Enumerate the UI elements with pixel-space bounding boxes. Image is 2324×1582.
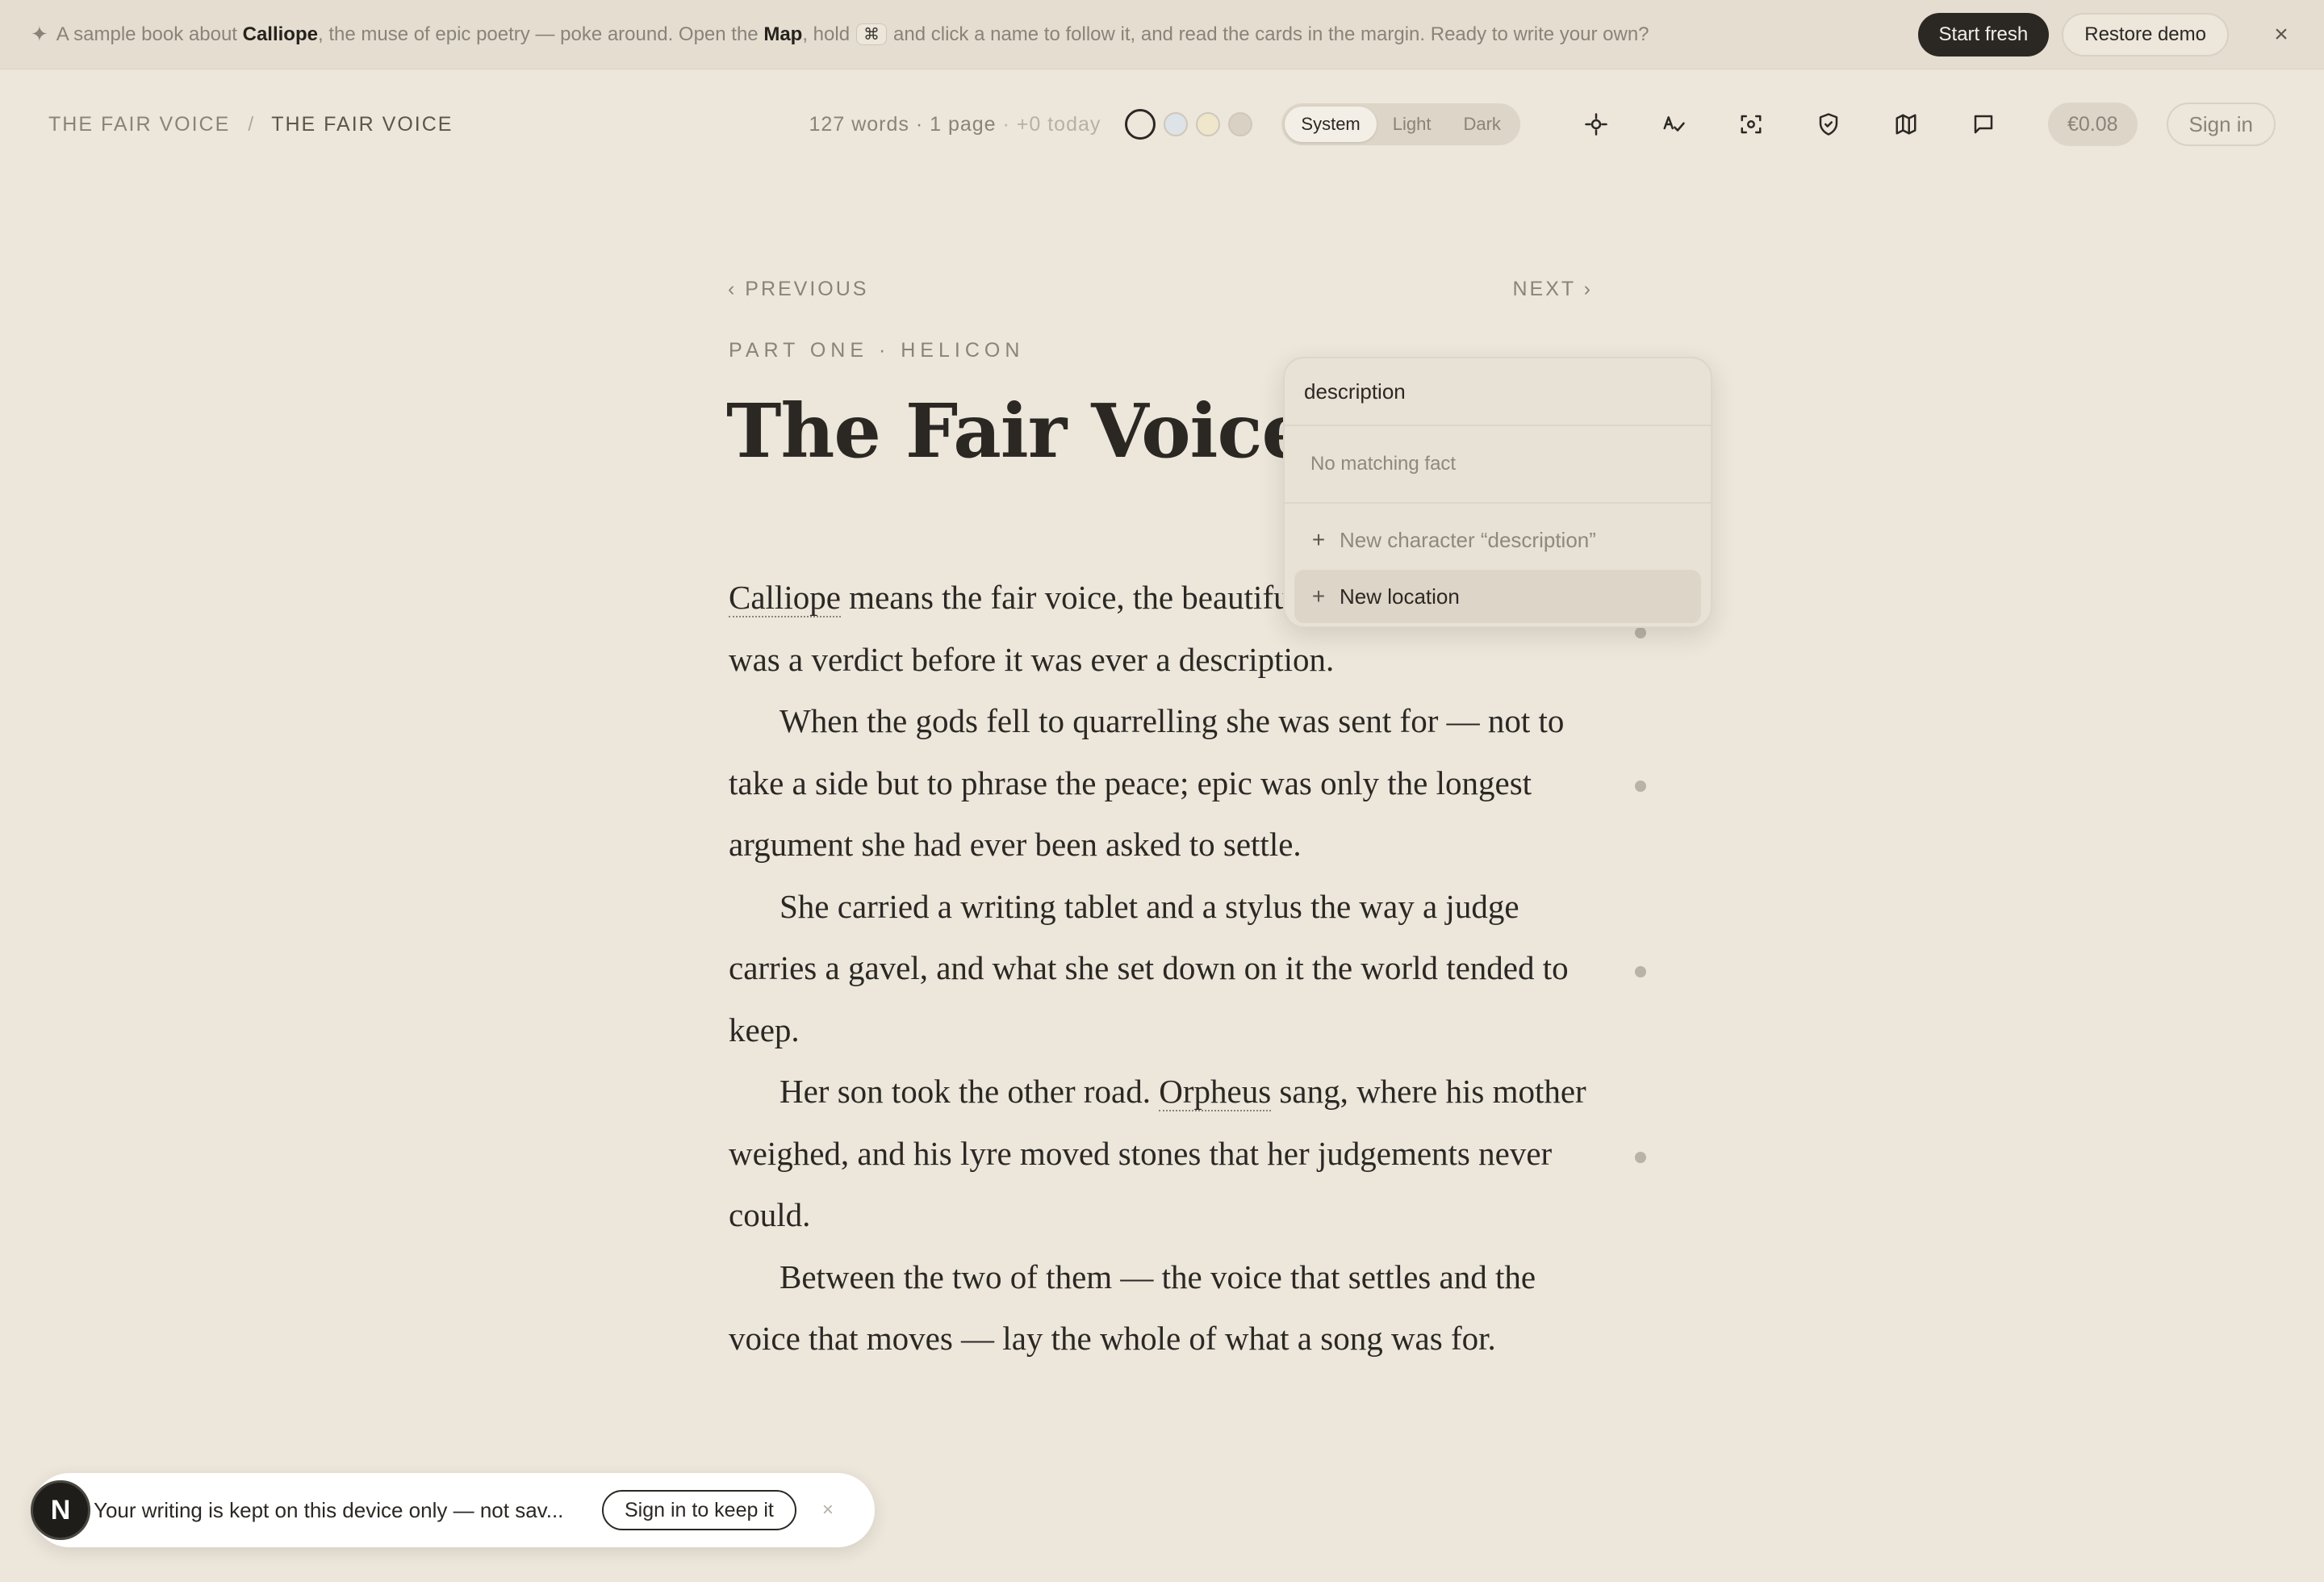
editor-header: THE FAIR VOICE / THE FAIR VOICE 127 word… xyxy=(0,69,2324,179)
close-banner-icon[interactable]: × xyxy=(2269,21,2293,48)
local-storage-toast: N Your writing is kept on this device on… xyxy=(31,1473,875,1547)
new-location-option[interactable]: + New location xyxy=(1294,570,1701,623)
start-fresh-button[interactable]: Start fresh xyxy=(1917,12,2050,56)
chapter-kicker: PART ONE · HELICON xyxy=(729,339,1025,362)
shield-icon[interactable] xyxy=(1790,100,1867,149)
command-key-icon: ⌘ xyxy=(856,23,888,45)
banner-text-3: , hold xyxy=(802,23,851,45)
banner-text-1: A sample book about xyxy=(56,23,237,45)
focus-icon[interactable] xyxy=(1557,100,1635,149)
option-label: New location xyxy=(1340,584,1460,609)
chapter-title[interactable]: The Fair Voice xyxy=(726,387,1309,475)
theme-dark[interactable]: Dark xyxy=(1447,107,1516,142)
fact-popup: description No matching fact + New chara… xyxy=(1283,357,1712,628)
sign-in-to-keep-button[interactable]: Sign in to keep it xyxy=(602,1490,796,1530)
option-label: New character “description” xyxy=(1340,527,1596,552)
credit-balance[interactable]: €0.08 xyxy=(2047,103,2138,146)
previous-link[interactable]: ‹ PREVIOUS xyxy=(728,278,868,301)
sign-in-button[interactable]: Sign in xyxy=(2166,103,2276,146)
chapter-body[interactable]: Calliope means the fair voice, the beaut… xyxy=(729,567,1600,1370)
breadcrumb-separator: / xyxy=(248,112,254,136)
plus-icon: + xyxy=(1311,527,1326,552)
restore-demo-button[interactable]: Restore demo xyxy=(2062,12,2229,56)
word-count: 127 words · 1 page xyxy=(809,112,997,136)
sparkle-icon: ✦ xyxy=(31,22,48,46)
page-navigation: ‹ PREVIOUS NEXT › xyxy=(728,278,1593,301)
margin-card-dot[interactable] xyxy=(1635,966,1646,977)
breadcrumb: THE FAIR VOICE / THE FAIR VOICE xyxy=(48,113,453,136)
fact-search-query[interactable]: description xyxy=(1285,358,1711,426)
banner-text-4: and click a name to follow it, and read … xyxy=(893,23,1649,45)
new-character-option[interactable]: + New character “description” xyxy=(1294,513,1701,567)
theme-switcher: System Light Dark xyxy=(1281,103,1520,145)
margin-card-dot[interactable] xyxy=(1635,627,1646,638)
next-link[interactable]: NEXT › xyxy=(1513,278,1594,301)
toast-message: Your writing is kept on this device only… xyxy=(94,1497,564,1522)
theme-light[interactable]: Light xyxy=(1377,107,1448,142)
paragraph-3[interactable]: She carried a writing tablet and a stylu… xyxy=(729,876,1600,1061)
today-count: · +0 today xyxy=(1002,112,1101,136)
swatch-yellow[interactable] xyxy=(1196,112,1221,136)
paragraph-2[interactable]: When the gods fell to quarrelling she wa… xyxy=(729,690,1600,876)
theme-system[interactable]: System xyxy=(1285,107,1377,142)
spellcheck-icon[interactable] xyxy=(1635,100,1712,149)
no-match-message: No matching fact xyxy=(1285,426,1711,504)
swatch-blue[interactable] xyxy=(1164,112,1189,136)
banner-message: ✦ A sample book about Calliope, the muse… xyxy=(31,22,1649,47)
banner-map: Map xyxy=(763,23,803,45)
avatar[interactable]: N xyxy=(31,1480,90,1540)
paper-swatches xyxy=(1125,109,1253,140)
banner-calliope: Calliope xyxy=(242,23,318,45)
swatch-cream[interactable] xyxy=(1125,109,1156,140)
paragraph-4[interactable]: Her son took the other road. Orpheus san… xyxy=(729,1061,1600,1246)
comment-icon[interactable] xyxy=(1945,100,2022,149)
close-toast-icon[interactable]: × xyxy=(822,1499,834,1521)
breadcrumb-book[interactable]: THE FAIR VOICE xyxy=(48,113,230,136)
plus-icon: + xyxy=(1311,584,1326,609)
entity-link-orpheus[interactable]: Orpheus xyxy=(1159,1073,1272,1111)
swatch-tan[interactable] xyxy=(1228,112,1253,136)
map-icon[interactable] xyxy=(1867,100,1945,149)
banner-text-2: , the muse of epic poetry — poke around.… xyxy=(317,23,759,45)
paragraph-4-text-a: Her son took the other road. xyxy=(780,1073,1160,1110)
entity-link-calliope[interactable]: Calliope xyxy=(729,579,841,617)
capture-icon[interactable] xyxy=(1712,100,1790,149)
margin-card-dot[interactable] xyxy=(1635,1152,1646,1163)
breadcrumb-chapter[interactable]: THE FAIR VOICE xyxy=(271,113,453,136)
paragraph-5[interactable]: Between the two of them — the voice that… xyxy=(729,1246,1600,1370)
word-stats: 127 words · 1 page · +0 today xyxy=(809,113,1101,136)
margin-card-dot[interactable] xyxy=(1635,781,1646,792)
demo-banner: ✦ A sample book about Calliope, the muse… xyxy=(0,0,2324,69)
